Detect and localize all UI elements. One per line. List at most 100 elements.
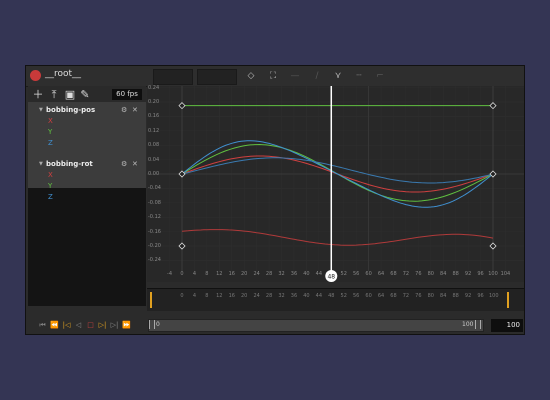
y-tick-label: 0.16: [148, 113, 160, 120]
step-forward-key-icon[interactable]: ⏩: [122, 321, 131, 330]
next-key-icon[interactable]: ▷|: [110, 321, 119, 330]
timeline-tick-label: 0: [180, 293, 184, 299]
range-slider[interactable]: [148, 319, 484, 332]
y-tick-label: 0.08: [148, 142, 160, 149]
x-tick-label: 100: [488, 271, 498, 277]
y-tick-label: -0.12: [148, 214, 161, 221]
step-interp-icon[interactable]: —: [288, 69, 302, 83]
animation-editor-window: __root__ ◇ ⛶ — ∕ ⋎ ┅ ⌐ ＋ ⤒ ▣ ✎ 60 fps ▼ b…: [25, 65, 525, 335]
x-tick-label: 16: [228, 271, 235, 277]
x-tick-label: 28: [265, 271, 273, 277]
timeline-tick-label: 92: [464, 293, 472, 299]
frame-input[interactable]: 100: [491, 319, 523, 332]
play-forward-icon[interactable]: ▷|: [98, 321, 107, 330]
x-tick-label: 96: [477, 271, 484, 277]
keyframe-diamond-icon: [489, 102, 497, 110]
y-tick-label: -0.20: [148, 243, 161, 249]
x-tick-label: 32: [278, 271, 285, 277]
prev-key-icon[interactable]: |◁: [62, 321, 71, 330]
pencil-icon[interactable]: ✎: [78, 88, 92, 102]
keyframe-diamond-icon: [489, 242, 497, 250]
timeline-tick-label: 96: [477, 293, 484, 299]
x-tick-label: 76: [415, 271, 422, 277]
hold-interp-icon[interactable]: ⌐: [373, 69, 387, 83]
add-icon[interactable]: ＋: [31, 88, 45, 102]
keyframe-diamond-icon: [178, 102, 186, 110]
x-tick-label: 44: [315, 271, 323, 277]
app-logo-icon: [30, 70, 41, 81]
axis-label: Z: [48, 139, 53, 147]
keyframe-diamond-icon[interactable]: ◇: [244, 69, 258, 83]
window-title: __root__: [45, 69, 82, 79]
timeline-tick-label: 24: [253, 293, 260, 299]
x-tick-label: 72: [402, 271, 410, 277]
x-tick-label: 104: [500, 271, 511, 277]
keyframe-diamond-icon: [178, 242, 186, 250]
timeline-tick-label: 88: [452, 293, 459, 299]
x-tick-label: 60: [365, 271, 372, 277]
timeline-tick-label: 76: [415, 293, 422, 299]
x-tick-label: 40: [303, 271, 310, 277]
x-tick-label: 84: [440, 271, 447, 277]
axis-label: Z: [48, 193, 53, 201]
timeline-tick-label: 84: [440, 293, 447, 299]
rewind-start-icon[interactable]: ⏮: [38, 321, 47, 330]
y-tick-label: -0.16: [148, 228, 161, 235]
fps-display[interactable]: 60 fps: [112, 89, 142, 100]
timeline-tick-label: 100: [489, 293, 499, 299]
stop-icon[interactable]: □: [86, 321, 95, 330]
fit-view-icon[interactable]: ⛶: [266, 69, 280, 83]
timeline-tick-label: 32: [278, 293, 285, 299]
range-end-handle[interactable]: [475, 320, 481, 329]
play-backward-icon[interactable]: ◁: [74, 321, 83, 330]
timeline-tick-label: 36: [290, 293, 298, 299]
x-tick-label: 24: [253, 271, 260, 277]
bezier-interp-icon[interactable]: ⋎: [331, 69, 345, 83]
y-tick-label: 0.00: [148, 171, 160, 177]
timeline-end-marker[interactable]: [507, 292, 509, 308]
timeline-tick-label: 80: [427, 293, 434, 299]
x-tick-label: 0: [180, 271, 184, 277]
track-axis-z[interactable]: Z: [26, 137, 144, 149]
timeline-tick-label: 40: [303, 293, 310, 299]
curve-rot-z2: [181, 157, 494, 184]
timeline-tick-label: 56: [352, 293, 360, 299]
timeline-tick-label: 60: [365, 293, 372, 299]
x-tick-label: 64: [377, 271, 385, 277]
curve-graph[interactable]: 48: [147, 86, 525, 282]
x-tick-label: 4: [192, 271, 197, 277]
x-tick-label: 80: [427, 271, 434, 277]
timeline-tick-label: 20: [241, 293, 248, 299]
curve-rot-y: [181, 143, 494, 202]
x-tick-label: 56: [352, 271, 360, 277]
linear-interp-icon[interactable]: ∕: [310, 69, 324, 83]
timeline-start-marker[interactable]: [150, 292, 152, 308]
track-axis-z[interactable]: Z: [26, 191, 144, 203]
timeline-tick-label: 28: [265, 293, 273, 299]
timeline-tick-label: 44: [315, 293, 323, 299]
timeline-tick-label: 52: [340, 293, 347, 299]
x-tick-label: 92: [464, 271, 472, 277]
timeline-tick-label: 8: [205, 293, 209, 299]
x-tick-label: 52: [340, 271, 347, 277]
x-tick-label: -4: [167, 271, 173, 277]
timeline-tick-label: 16: [228, 293, 235, 299]
range-start-handle[interactable]: [149, 320, 155, 329]
x-tick-label: 68: [390, 271, 397, 277]
y-tick-label: 0.20: [148, 99, 160, 105]
timeline-tick-label: 64: [377, 293, 385, 299]
toolbar-field-1[interactable]: [153, 69, 193, 85]
y-tick-label: -0.24: [148, 257, 161, 264]
range-start-label: 0: [156, 321, 160, 328]
toolbar-field-2[interactable]: [197, 69, 237, 85]
save-icon[interactable]: ▣: [63, 88, 77, 102]
timeline-track[interactable]: [147, 288, 524, 311]
upload-icon[interactable]: ⤒: [47, 88, 61, 102]
y-tick-label: 0.24: [148, 84, 160, 91]
y-tick-label: 0.12: [148, 127, 160, 134]
x-tick-label: 36: [290, 271, 298, 277]
curve-pos-x: [181, 229, 494, 246]
dashed-interp-icon[interactable]: ┅: [352, 69, 366, 83]
step-back-key-icon[interactable]: ⏪: [50, 321, 59, 330]
timeline-tick-label: 12: [216, 293, 223, 299]
